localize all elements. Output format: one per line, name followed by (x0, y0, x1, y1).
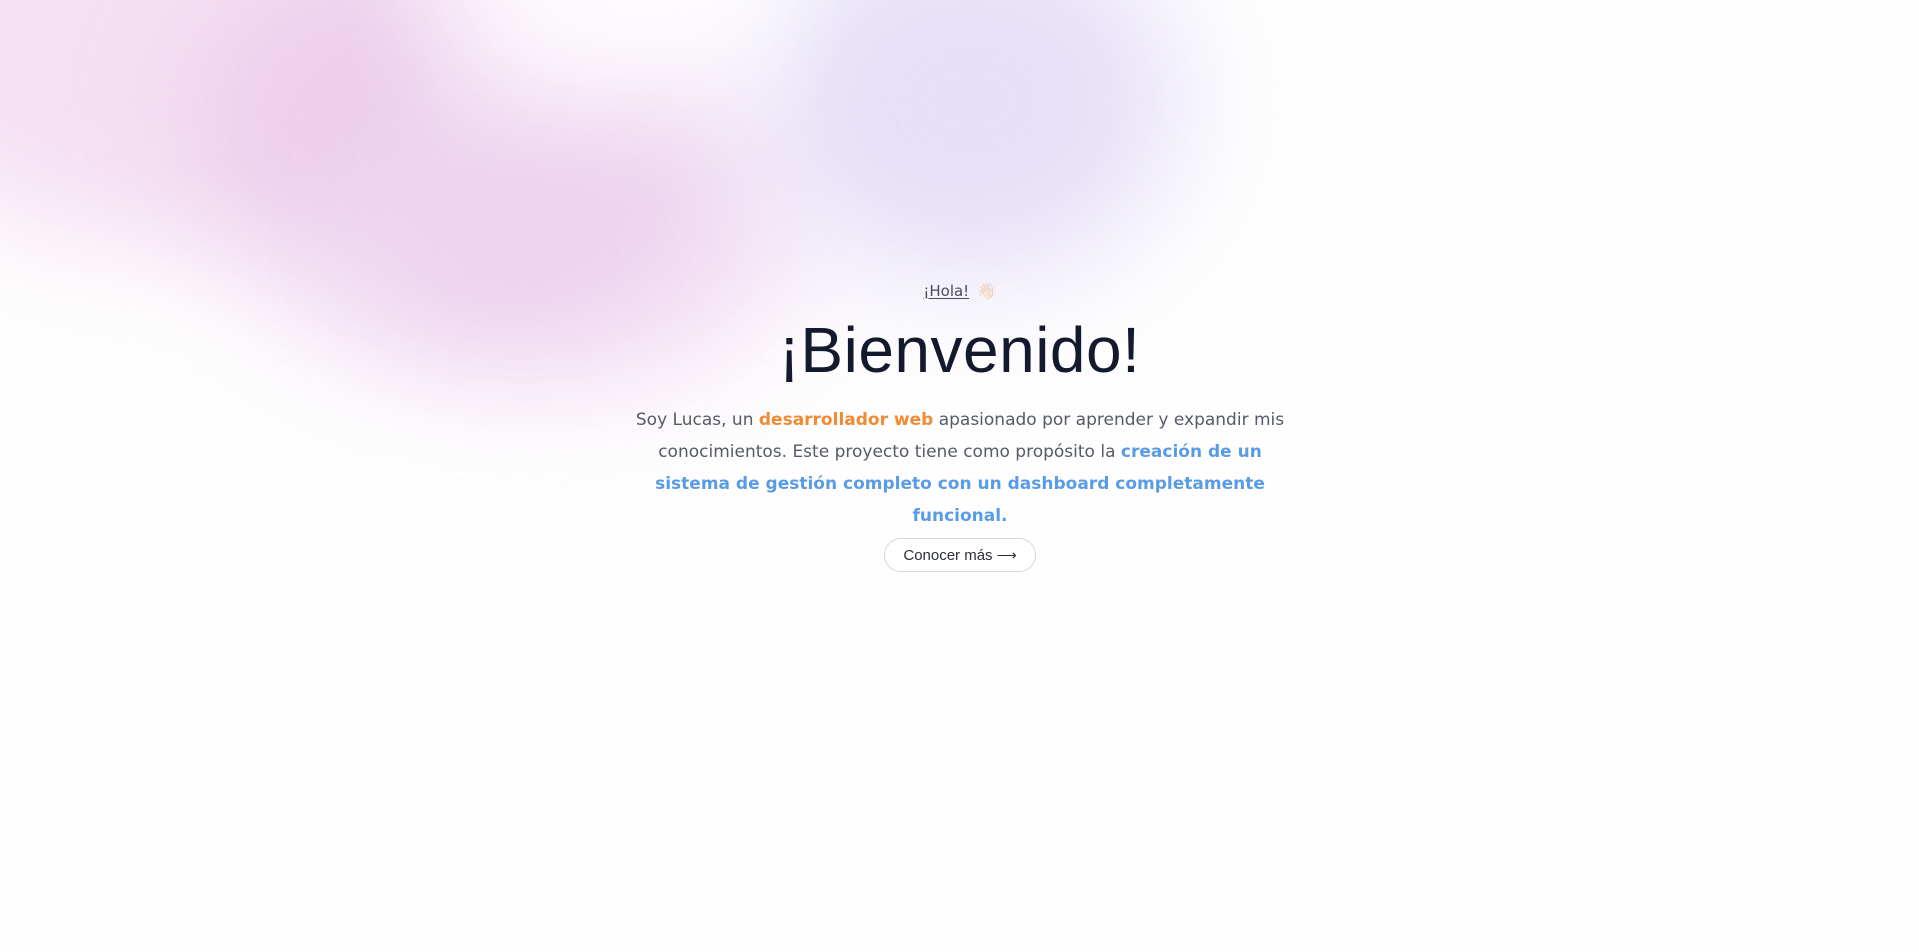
arrow-right-icon: ⟶ (996, 546, 1017, 563)
waving-hand-icon: 👋🏻 (976, 282, 996, 300)
learn-more-label: Conocer más (903, 546, 993, 564)
intro-paragraph: Soy Lucas, un desarrollador web apasiona… (630, 404, 1290, 532)
page: ¡Hola! 👋🏻 ¡Bienvenido! Soy Lucas, un des… (0, 0, 1919, 952)
greeting: ¡Hola! 👋🏻 (0, 282, 1919, 300)
learn-more-button[interactable]: Conocer más ⟶ (884, 538, 1036, 572)
greeting-link[interactable]: ¡Hola! (923, 282, 969, 300)
background-blob-pink (200, 0, 720, 360)
page-title: ¡Bienvenido! (778, 314, 1141, 386)
background-blob-lavender (760, 0, 1180, 280)
background-blob-highlight (440, 0, 760, 100)
intro-highlight-role: desarrollador web (758, 410, 934, 430)
background-blob-pink (0, 0, 440, 240)
intro-text: Soy Lucas, un (635, 410, 759, 430)
